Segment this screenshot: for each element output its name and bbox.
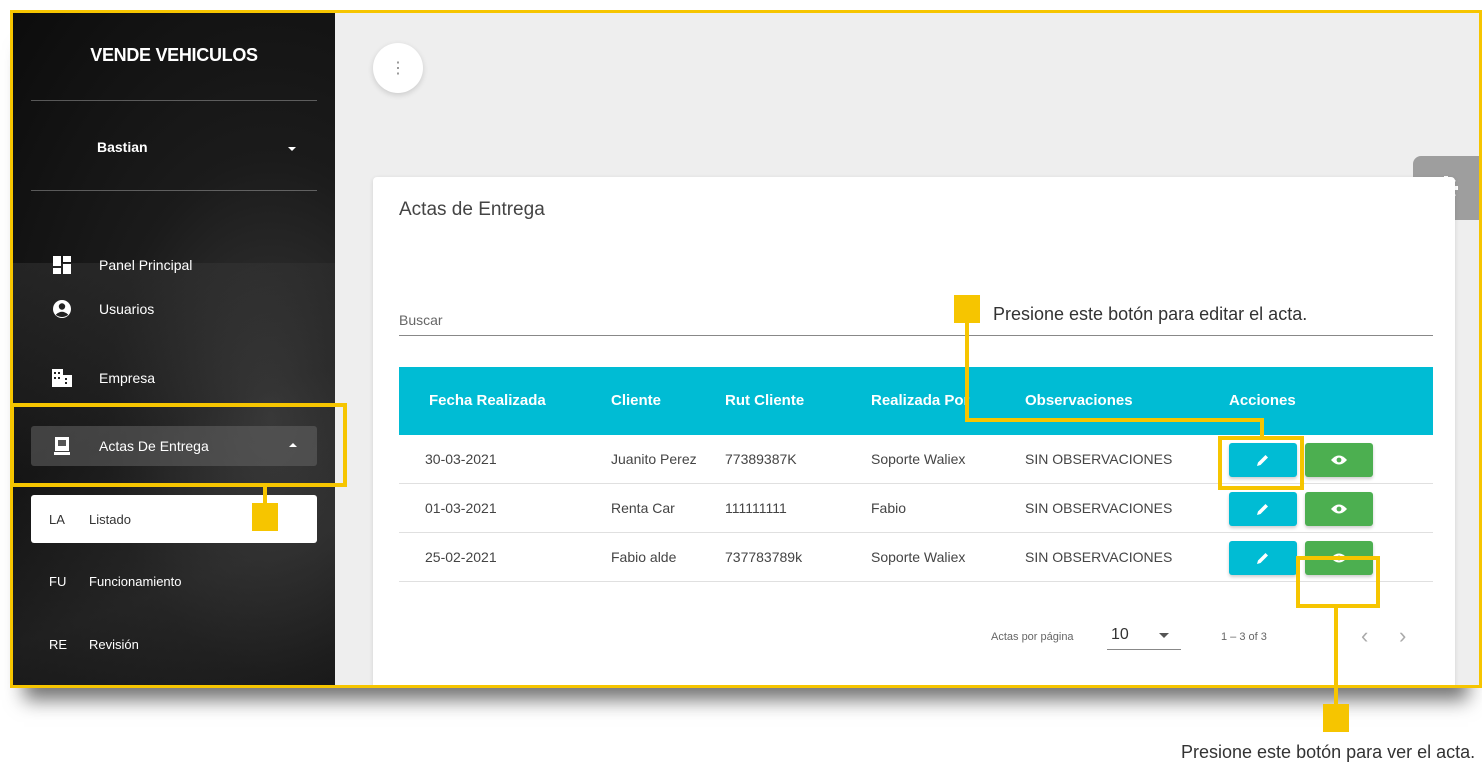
sidebar-subitem-funcionamiento[interactable]: FU Funcionamiento — [31, 557, 317, 605]
per-page-label: Actas por página — [991, 631, 1074, 643]
cell-rut: 111111111 — [725, 500, 787, 516]
table-header: Fecha Realizada Cliente Rut Cliente Real… — [399, 367, 1433, 435]
pencil-icon — [1257, 504, 1268, 515]
subitem-abbr: FU — [49, 573, 67, 589]
cell-observaciones: SIN OBSERVACIONES — [1025, 549, 1173, 565]
annotation-marker — [954, 295, 980, 323]
cell-realizada-por: Fabio — [871, 500, 907, 516]
column-header[interactable]: Observaciones — [1025, 392, 1133, 409]
subitem-abbr: RE — [49, 636, 68, 652]
view-button[interactable] — [1305, 492, 1373, 526]
per-page-select[interactable]: 10 — [1111, 626, 1129, 644]
annotation-leader — [965, 418, 1264, 422]
pagination: Actas por página 10 1 – 3 of 3 ‹ › — [399, 595, 1433, 685]
cell-rut: 77389387K — [725, 451, 797, 467]
column-header[interactable]: Fecha Realizada — [429, 392, 546, 409]
highlight-actas-menu — [10, 403, 347, 487]
app-window: VENDE VEHICULOS Bastian Panel Principal … — [10, 10, 1482, 688]
cell-rut: 737783789k — [725, 549, 803, 565]
table-row: 25-02-2021 Fabio alde 737783789k Soporte… — [399, 533, 1433, 582]
subitem-label: Revisión — [89, 636, 139, 652]
prev-page-button[interactable]: ‹ — [1361, 623, 1368, 649]
cell-cliente: Juanito Perez — [611, 451, 697, 467]
view-annotation-text: Presione este botón para ver el acta. — [1181, 742, 1476, 762]
pencil-icon — [1257, 553, 1268, 564]
caret-down-icon[interactable] — [288, 147, 296, 151]
search-input[interactable]: Buscar — [399, 312, 443, 328]
sidebar-item-panel-principal[interactable]: Panel Principal — [31, 245, 317, 285]
sidebar-divider — [31, 100, 317, 101]
cell-cliente: Renta Car — [611, 500, 675, 516]
cell-fecha: 01-03-2021 — [425, 500, 497, 516]
eye-icon — [1331, 455, 1347, 465]
select-underline — [1107, 649, 1181, 650]
cell-realizada-por: Soporte Waliex — [871, 549, 966, 565]
column-header[interactable]: Cliente — [611, 392, 661, 409]
highlight-edit-button — [1218, 436, 1304, 490]
cell-fecha: 25-02-2021 — [425, 549, 497, 565]
cell-observaciones: SIN OBSERVACIONES — [1025, 451, 1173, 467]
annotation-marker — [252, 503, 278, 531]
actas-card: Actas de Entrega Buscar Fecha Realizada … — [373, 177, 1455, 685]
column-header[interactable]: Realizada Por — [871, 392, 969, 409]
view-button[interactable] — [1305, 443, 1373, 477]
sidebar-item-label: Usuarios — [99, 301, 155, 317]
dropdown-arrow-icon[interactable] — [1159, 633, 1169, 638]
building-icon — [49, 368, 75, 388]
sidebar-item-label: Panel Principal — [99, 257, 193, 273]
sidebar-divider — [31, 190, 317, 191]
edit-button[interactable] — [1229, 492, 1297, 526]
annotation-leader — [965, 318, 969, 422]
subitem-label: Funcionamiento — [89, 573, 182, 589]
eye-icon — [1331, 504, 1347, 514]
cell-cliente: Fabio alde — [611, 549, 677, 565]
cell-fecha: 30-03-2021 — [425, 451, 497, 467]
subitem-label: Listado — [89, 511, 131, 527]
page-title: Actas de Entrega — [399, 199, 545, 220]
column-header[interactable]: Rut Cliente — [725, 392, 804, 409]
sidebar: VENDE VEHICULOS Bastian Panel Principal … — [13, 13, 335, 685]
more-vert-icon: ⋮ — [390, 60, 406, 77]
edit-annotation-text: Presione este botón para editar el acta. — [993, 304, 1308, 324]
user-menu[interactable]: Bastian — [97, 139, 148, 155]
account-icon — [49, 299, 75, 319]
column-header: Acciones — [1229, 392, 1296, 409]
page-range: 1 – 3 of 3 — [1221, 631, 1267, 643]
highlight-view-button — [1296, 556, 1380, 608]
sidebar-item-label: Empresa — [99, 370, 156, 386]
annotation-marker — [1323, 704, 1349, 732]
sidebar-item-empresa[interactable]: Empresa — [31, 358, 317, 398]
annotation-leader — [1334, 606, 1338, 706]
subitem-abbr: LA — [49, 511, 65, 527]
cell-realizada-por: Soporte Waliex — [871, 451, 966, 467]
next-page-button[interactable]: › — [1399, 623, 1406, 649]
search-underline — [399, 335, 1433, 336]
table-row: 01-03-2021 Renta Car 111111111 Fabio SIN… — [399, 484, 1433, 533]
sidebar-subitem-revision[interactable]: RE Revisión — [31, 620, 317, 668]
edit-button[interactable] — [1229, 541, 1297, 575]
dashboard-icon — [49, 255, 75, 275]
cell-observaciones: SIN OBSERVACIONES — [1025, 500, 1173, 516]
sidebar-item-usuarios[interactable]: Usuarios — [31, 289, 317, 329]
brand-title: VENDE VEHICULOS — [90, 45, 258, 65]
more-options-button[interactable]: ⋮ — [373, 43, 423, 93]
